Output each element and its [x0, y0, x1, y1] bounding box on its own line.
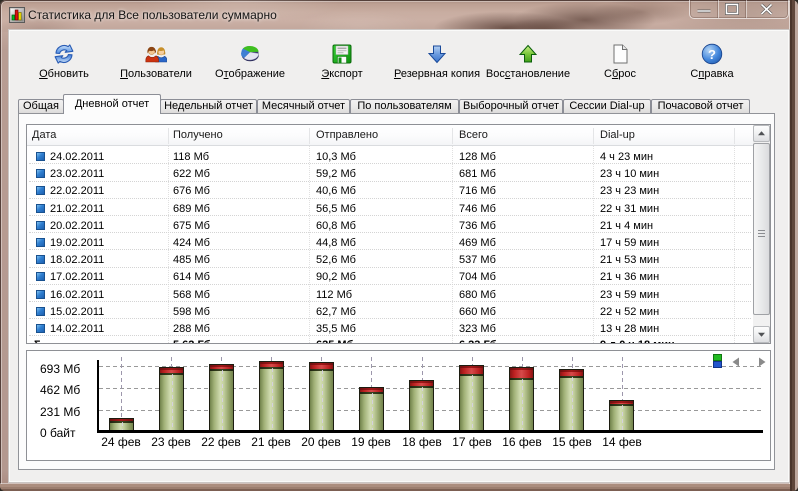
- svg-text:?: ?: [708, 47, 716, 62]
